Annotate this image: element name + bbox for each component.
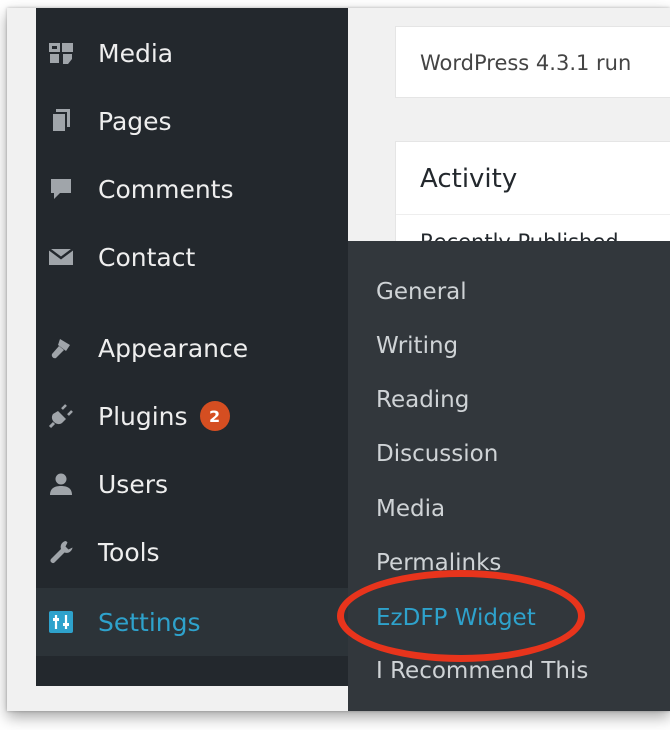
sidebar-item-label: Comments bbox=[98, 174, 234, 204]
version-notice-text: WordPress 4.3.1 run bbox=[420, 51, 632, 75]
sidebar-item-pages[interactable]: Pages bbox=[36, 93, 348, 149]
sidebar-item-tools[interactable]: Tools bbox=[36, 524, 348, 580]
media-icon bbox=[46, 38, 76, 68]
submenu-item-i-recommend-this[interactable]: I Recommend This bbox=[376, 658, 588, 684]
activity-title: Activity bbox=[420, 164, 518, 194]
admin-sidebar: Media Pages Comments Contact Appearance bbox=[36, 8, 348, 686]
version-notice: WordPress 4.3.1 run bbox=[395, 26, 670, 98]
wrench-icon bbox=[46, 537, 76, 567]
settings-submenu: General Writing Reading Discussion Media… bbox=[348, 241, 670, 711]
pages-icon bbox=[46, 106, 76, 136]
sidebar-item-appearance[interactable]: Appearance bbox=[36, 320, 348, 376]
sidebar-item-label: Tools bbox=[98, 537, 160, 567]
user-icon bbox=[46, 469, 76, 499]
plugins-update-badge: 2 bbox=[199, 401, 230, 431]
sidebar-item-comments[interactable]: Comments bbox=[36, 161, 348, 217]
submenu-item-discussion[interactable]: Discussion bbox=[376, 441, 498, 467]
sidebar-item-label: Contact bbox=[98, 242, 196, 272]
screenshot-card: WordPress 4.3.1 run Activity Recently Pu… bbox=[7, 8, 670, 711]
sidebar-item-label: Media bbox=[98, 38, 174, 68]
paintbrush-icon bbox=[46, 333, 76, 363]
envelope-icon bbox=[46, 242, 76, 272]
sidebar-item-users[interactable]: Users bbox=[36, 456, 348, 512]
submenu-item-reading[interactable]: Reading bbox=[376, 387, 469, 413]
submenu-item-ezdfp-widget[interactable]: EzDFP Widget bbox=[376, 605, 536, 631]
sidebar-item-media[interactable]: Media bbox=[36, 25, 348, 81]
settings-icon bbox=[46, 607, 76, 637]
sidebar-item-settings[interactable]: Settings bbox=[36, 588, 348, 656]
sidebar-item-label: Settings bbox=[98, 607, 201, 637]
submenu-item-writing[interactable]: Writing bbox=[376, 333, 458, 359]
submenu-item-general[interactable]: General bbox=[376, 279, 467, 305]
sidebar-item-label: Pages bbox=[98, 106, 172, 136]
sidebar-item-label: Plugins bbox=[98, 401, 188, 431]
submenu-item-permalinks[interactable]: Permalinks bbox=[376, 550, 501, 576]
sidebar-item-label: Appearance bbox=[98, 333, 249, 363]
sidebar-item-plugins[interactable]: Plugins 2 bbox=[36, 388, 348, 444]
activity-divider bbox=[396, 214, 670, 215]
sidebar-item-contact[interactable]: Contact bbox=[36, 229, 348, 285]
sidebar-item-label: Users bbox=[98, 469, 169, 499]
plug-icon bbox=[46, 401, 76, 431]
submenu-item-media[interactable]: Media bbox=[376, 496, 445, 522]
comments-icon bbox=[46, 174, 76, 204]
